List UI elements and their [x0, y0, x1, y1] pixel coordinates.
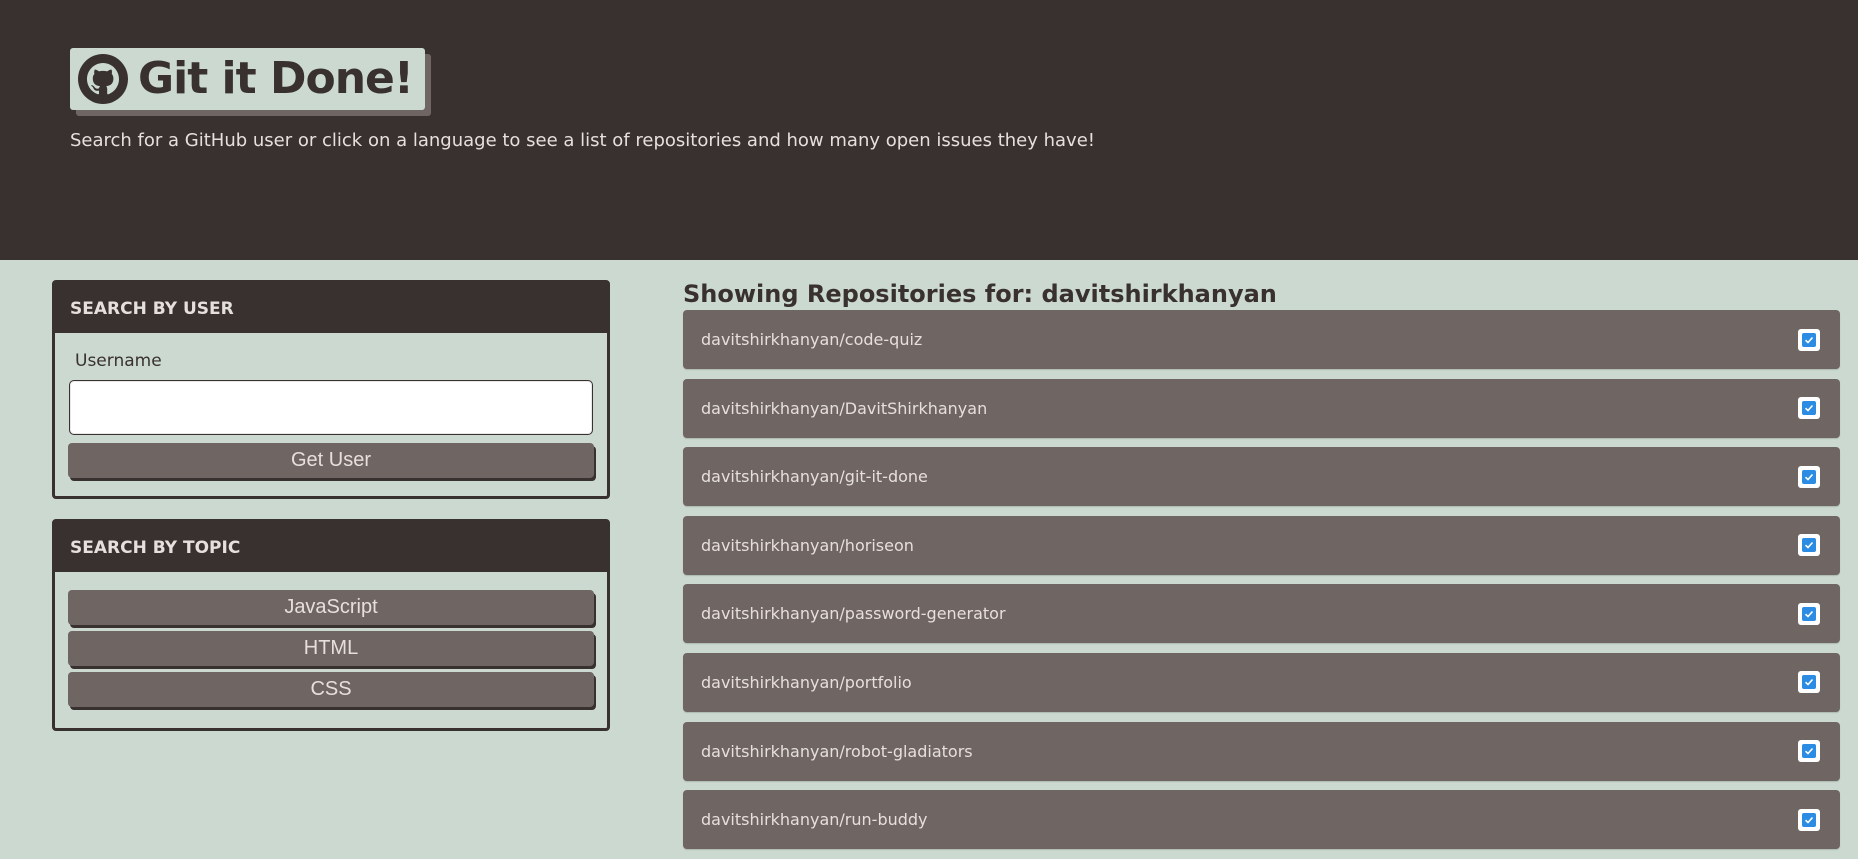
get-user-button[interactable]: Get User: [68, 443, 594, 478]
username-label: Username: [75, 351, 162, 371]
repo-name: davitshirkhanyan/git-it-done: [701, 467, 928, 487]
repo-name: davitshirkhanyan/run-buddy: [701, 810, 928, 830]
repo-heading: Showing Repositories for: davitshirkhany…: [683, 280, 1277, 308]
username-input[interactable]: [69, 380, 593, 435]
logo: Git it Done!: [70, 48, 425, 110]
repo-name: davitshirkhanyan/horiseon: [701, 535, 914, 555]
repo-item[interactable]: davitshirkhanyan/horiseon: [683, 515, 1840, 575]
search-by-user-title: SEARCH BY USER: [55, 283, 607, 333]
repo-item[interactable]: davitshirkhanyan/portfolio: [683, 652, 1840, 712]
repo-item[interactable]: davitshirkhanyan/run-buddy: [683, 790, 1840, 850]
repo-item[interactable]: davitshirkhanyan/git-it-done: [683, 447, 1840, 507]
repo-name: davitshirkhanyan/code-quiz: [701, 330, 923, 349]
check-square-icon: [1798, 465, 1820, 488]
check-square-icon: [1798, 740, 1820, 763]
repo-heading-user: davitshirkhanyan: [1041, 280, 1277, 308]
github-octocat-icon: [78, 54, 128, 104]
repo-name: davitshirkhanyan/DavitShirkhanyan: [701, 398, 988, 418]
repo-name: davitshirkhanyan/robot-gladiators: [701, 741, 973, 761]
repo-heading-prefix: Showing Repositories for:: [683, 280, 1042, 308]
page-header: Git it Done! Search for a GitHub user or…: [0, 0, 1858, 260]
check-square-icon: [1798, 602, 1820, 625]
repo-item[interactable]: davitshirkhanyan/code-quiz: [683, 310, 1840, 369]
repo-name: davitshirkhanyan/password-generator: [701, 604, 1006, 624]
check-square-icon: [1798, 397, 1820, 420]
search-by-topic-card: SEARCH BY TOPIC JavaScript HTML CSS: [52, 519, 610, 731]
topic-html-button[interactable]: HTML: [68, 631, 594, 666]
app-title: Git it Done!: [138, 53, 414, 104]
search-by-user-card: SEARCH BY USER Username Get User: [52, 280, 610, 499]
check-square-icon: [1798, 534, 1820, 557]
check-square-icon: [1798, 808, 1820, 831]
search-by-topic-title: SEARCH BY TOPIC: [55, 522, 607, 572]
tagline: Search for a GitHub user or click on a l…: [70, 130, 1095, 151]
repo-item[interactable]: davitshirkhanyan/password-generator: [683, 584, 1840, 644]
check-square-icon: [1798, 328, 1820, 351]
repo-item[interactable]: davitshirkhanyan/robot-gladiators: [683, 721, 1840, 781]
repo-name: davitshirkhanyan/portfolio: [701, 672, 912, 692]
repo-list: davitshirkhanyan/code-quiz davitshirkhan…: [683, 310, 1840, 859]
repo-item[interactable]: davitshirkhanyan/DavitShirkhanyan: [683, 378, 1840, 438]
check-square-icon: [1798, 671, 1820, 694]
topic-javascript-button[interactable]: JavaScript: [68, 590, 594, 625]
topic-css-button[interactable]: CSS: [68, 672, 594, 707]
